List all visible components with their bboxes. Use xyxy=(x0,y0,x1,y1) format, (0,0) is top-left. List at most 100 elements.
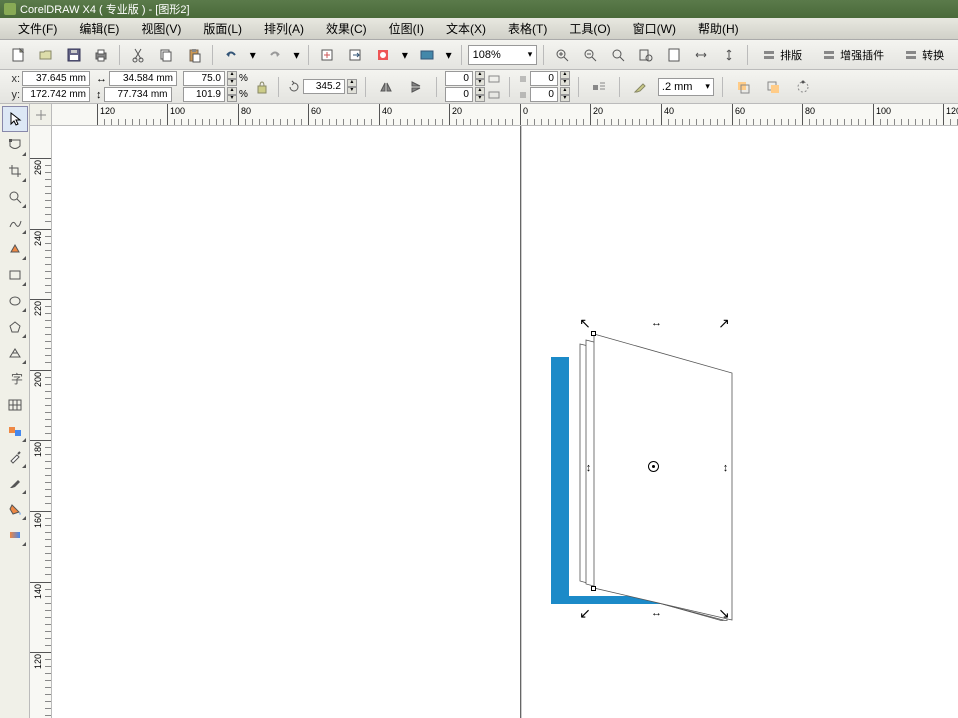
rotation-value[interactable]: 345.2 xyxy=(303,79,345,94)
freehand-tool[interactable] xyxy=(2,210,28,236)
rotate-handle-tr[interactable]: ↗ xyxy=(717,316,731,330)
paste-button[interactable] xyxy=(182,43,206,67)
export-button[interactable] xyxy=(343,43,367,67)
app-icon xyxy=(4,3,16,15)
skew-group: 0▴▾ 0▴▾ xyxy=(445,71,501,102)
mirror-h-button[interactable] xyxy=(374,75,398,99)
menu-window[interactable]: 窗口(W) xyxy=(623,18,686,39)
rectangle-tool[interactable] xyxy=(2,262,28,288)
ruler-origin[interactable] xyxy=(30,104,52,126)
horizontal-ruler[interactable]: 12010080604020020406080100120 xyxy=(52,104,958,126)
rotate-handle-br[interactable]: ↘ xyxy=(717,606,731,620)
skew-y[interactable]: 0 xyxy=(445,87,473,102)
open-button[interactable] xyxy=(34,43,58,67)
outline-tool[interactable] xyxy=(2,470,28,496)
menu-arrange[interactable]: 排列(A) xyxy=(254,18,314,39)
skew-x[interactable]: 0 xyxy=(445,71,473,86)
shape-tool[interactable] xyxy=(2,132,28,158)
node[interactable] xyxy=(591,586,596,591)
menu-layout[interactable]: 版面(L) xyxy=(193,18,252,39)
size-h[interactable]: 77.734 mm xyxy=(104,87,172,102)
zoom-level-combo[interactable]: 108% xyxy=(468,45,538,65)
rotate-handle-tl[interactable]: ↖ xyxy=(578,316,592,330)
save-button[interactable] xyxy=(62,43,86,67)
scale-y[interactable]: 101.9 xyxy=(183,87,225,102)
zoom-in-icon[interactable] xyxy=(550,43,574,67)
size-w[interactable]: 34.584 mm xyxy=(109,71,177,86)
basic-shapes-tool[interactable] xyxy=(2,340,28,366)
vertical-ruler[interactable]: 260240220200180160140120 xyxy=(30,126,52,718)
redo-dropdown[interactable]: ▾ xyxy=(291,43,303,67)
rotation-field[interactable]: 345.2 ▴▾ xyxy=(287,79,357,94)
menu-bitmaps[interactable]: 位图(I) xyxy=(379,18,434,39)
skew-handle-top[interactable]: ↔ xyxy=(648,316,662,330)
zoom-out-icon[interactable] xyxy=(578,43,602,67)
size-group: ↔34.584 mm ↕77.734 mm xyxy=(96,71,177,102)
zoom-height-icon[interactable] xyxy=(717,43,741,67)
zoom-all-icon[interactable] xyxy=(634,43,658,67)
copy-button[interactable] xyxy=(154,43,178,67)
print-button[interactable] xyxy=(90,43,114,67)
outline-width-combo[interactable]: .2 mm xyxy=(658,78,714,96)
undo-dropdown[interactable]: ▾ xyxy=(247,43,259,67)
skew-handle-bottom[interactable]: ↔ xyxy=(648,606,662,620)
canvas[interactable]: ↖ ↗ ↙ ↘ ↔ ↔ ↕ ↕ xyxy=(52,126,958,718)
rotate-handle-bl[interactable]: ↙ xyxy=(578,606,592,620)
lock-ratio-icon[interactable] xyxy=(254,79,270,95)
menu-table[interactable]: 表格(T) xyxy=(498,18,557,39)
svg-text:字: 字 xyxy=(11,371,23,386)
zoom-tool-icon[interactable] xyxy=(2,184,28,210)
text-tool[interactable]: 字 xyxy=(2,366,28,392)
wrap-button[interactable] xyxy=(587,75,611,99)
app-launcher-dropdown[interactable]: ▾ xyxy=(399,43,411,67)
rotation-center[interactable] xyxy=(648,461,659,472)
zoom-page-icon[interactable] xyxy=(662,43,686,67)
to-back-button[interactable] xyxy=(761,75,785,99)
node[interactable] xyxy=(591,331,596,336)
typeset-button[interactable]: 排版 xyxy=(754,45,810,65)
ellipse-tool[interactable] xyxy=(2,288,28,314)
zoom-selection-icon[interactable] xyxy=(606,43,630,67)
menu-file[interactable]: 文件(F) xyxy=(8,18,67,39)
app-launcher-button[interactable] xyxy=(371,43,395,67)
smart-fill-tool[interactable] xyxy=(2,236,28,262)
offset-x[interactable]: 0 xyxy=(530,71,558,86)
menu-help[interactable]: 帮助(H) xyxy=(688,18,749,39)
crop-tool[interactable] xyxy=(2,158,28,184)
menu-effects[interactable]: 效果(C) xyxy=(316,18,377,39)
welcome-button[interactable] xyxy=(415,43,439,67)
outline-pen-icon[interactable] xyxy=(628,75,652,99)
pick-tool[interactable] xyxy=(2,106,28,132)
table-tool[interactable] xyxy=(2,392,28,418)
interactive-fill-tool[interactable] xyxy=(2,522,28,548)
cut-button[interactable] xyxy=(126,43,150,67)
menu-edit[interactable]: 编辑(E) xyxy=(69,18,129,39)
menu-view[interactable]: 视图(V) xyxy=(131,18,191,39)
interactive-tool[interactable] xyxy=(2,418,28,444)
selected-shape[interactable] xyxy=(566,331,746,621)
offset-group: 0▴▾ 0▴▾ xyxy=(518,71,570,102)
plugin-button[interactable]: 增强插件 xyxy=(814,45,892,65)
menu-text[interactable]: 文本(X) xyxy=(436,18,496,39)
import-button[interactable] xyxy=(315,43,339,67)
redo-button[interactable] xyxy=(263,43,287,67)
mirror-v-button[interactable] xyxy=(404,75,428,99)
convert-button[interactable]: 转换 xyxy=(896,45,952,65)
skew-handle-right[interactable]: ↕ xyxy=(717,461,731,475)
zoom-width-icon[interactable] xyxy=(689,43,713,67)
new-button[interactable] xyxy=(6,43,30,67)
toolbox: 字 xyxy=(0,104,30,718)
to-front-button[interactable] xyxy=(731,75,755,99)
welcome-dropdown[interactable]: ▾ xyxy=(443,43,455,67)
undo-button[interactable] xyxy=(219,43,243,67)
fill-tool[interactable] xyxy=(2,496,28,522)
menu-tools[interactable]: 工具(O) xyxy=(559,18,620,39)
convert-curves-button[interactable] xyxy=(791,75,815,99)
pos-y[interactable]: 172.742 mm xyxy=(22,87,90,102)
eyedropper-tool[interactable] xyxy=(2,444,28,470)
offset-y[interactable]: 0 xyxy=(530,87,558,102)
skew-handle-left[interactable]: ↕ xyxy=(580,461,594,475)
pos-x[interactable]: 37.645 mm xyxy=(22,71,90,86)
polygon-tool[interactable] xyxy=(2,314,28,340)
scale-x[interactable]: 75.0 xyxy=(183,71,225,86)
